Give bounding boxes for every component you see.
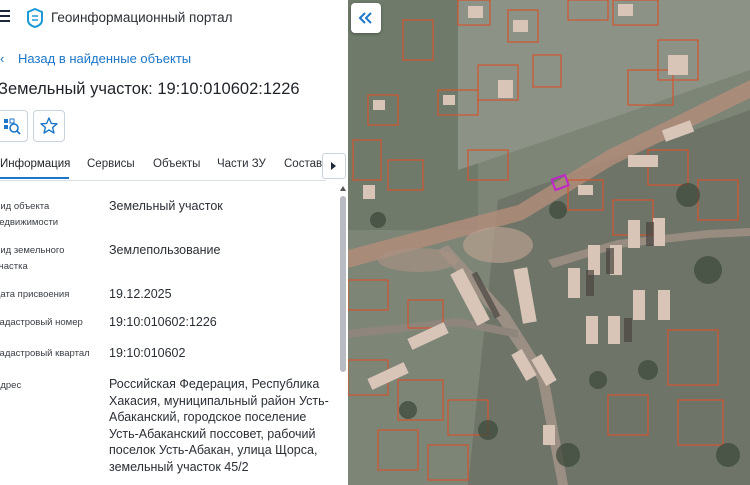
scroll-up-arrow-icon[interactable] — [340, 186, 346, 191]
field-value-cadastral-quarter: 19:10:010602 — [109, 346, 186, 360]
field-value-cadastral-number: 19:10:010602:1226 — [109, 315, 217, 329]
field-label-cadastral-number: Кадастровый номер — [0, 317, 83, 328]
tab-objects[interactable]: Объекты — [153, 158, 200, 170]
zoom-to-object-icon — [4, 118, 21, 135]
field-label-parcel-type: Вид земельного участка — [0, 245, 65, 272]
tab-services[interactable]: Сервисы — [87, 158, 135, 170]
satellite-map[interactable] — [348, 0, 750, 485]
add-to-favorites-button[interactable] — [33, 110, 65, 142]
info-panel: Геоинформационный портал ‹ Назад в найден… — [0, 0, 348, 485]
chevron-left-icon: ‹ — [0, 51, 5, 66]
field-label-cadastral-quarter: Кадастровый квартал — [0, 348, 90, 359]
top-bar: Геоинформационный портал — [0, 0, 348, 36]
portal-title: Геоинформационный портал — [51, 10, 233, 25]
tab-parcel-parts[interactable]: Части ЗУ — [217, 158, 266, 170]
zoom-to-object-button[interactable] — [0, 110, 28, 142]
field-label-address: Адрес — [0, 380, 22, 391]
field-value-object-type: Земельный участок — [109, 199, 223, 213]
double-chevron-left-icon — [358, 12, 372, 24]
field-value-parcel-type: Землепользование — [109, 243, 221, 257]
object-title: Земельный участок: 19:10:010602:1226 — [0, 80, 300, 98]
tab-info[interactable]: Информация — [0, 158, 70, 170]
field-value-address: Российская Федерация, Республика Хакасия… — [109, 377, 329, 474]
star-icon — [40, 117, 58, 134]
scroll-thumb[interactable] — [340, 196, 346, 372]
field-label-object-type: Вид объекта недвижимости — [0, 201, 59, 228]
map-view[interactable] — [348, 0, 750, 485]
field-label-assigned-date: Дата присвоения — [0, 289, 70, 300]
collapse-panel-button[interactable] — [351, 3, 381, 33]
panel-scrollbar[interactable] — [338, 186, 348, 485]
hamburger-menu-icon[interactable] — [0, 10, 10, 22]
field-value-assigned-date: 19.12.2025 — [109, 287, 172, 301]
tabs-scroll-right-button[interactable] — [322, 153, 346, 179]
back-link-label: Назад в найденные объекты — [18, 51, 192, 66]
active-tab-indicator — [0, 177, 69, 179]
back-to-results-link[interactable]: ‹ Назад в найденные объекты — [0, 51, 191, 66]
portal-logo-icon[interactable] — [26, 8, 44, 28]
tab-composition[interactable]: Состав — [284, 158, 322, 170]
